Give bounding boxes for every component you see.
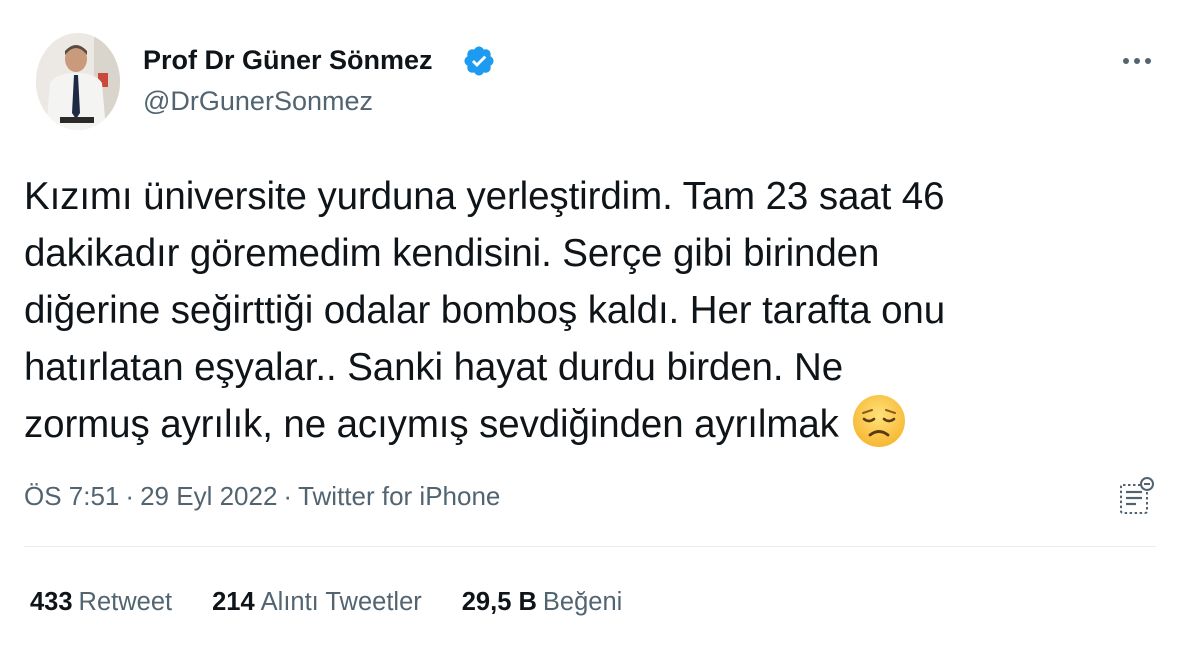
engagement-stats: 433 Retweet 214 Alıntı Tweetler 29,5 B Beğe…	[30, 585, 662, 619]
tweet-text-line: zormuş ayrılık, ne acıymış sevdiğinden a…	[24, 403, 839, 446]
tweet-date[interactable]: 29 Eyl 2022	[140, 481, 277, 511]
like-label: Beğeni	[542, 588, 623, 616]
tweet-meta: ÖS 7:51 · 29 Eyl 2022 · Twitter for iPhone	[24, 479, 500, 513]
tweet-source[interactable]: Twitter for iPhone	[298, 481, 500, 511]
disappointed-face-icon	[852, 394, 905, 447]
quote-tweets-stat[interactable]: 214 Alıntı Tweetler	[212, 585, 422, 619]
tweet-card: Prof Dr Güner Sönmez @DrGunerSonmez Kızı…	[0, 0, 1180, 650]
meta-separator: ·	[125, 481, 135, 511]
handle[interactable]: @DrGunerSonmez	[143, 84, 373, 118]
tweet-text-line: diğerine seğirttiği odalar bomboş kaldı.…	[24, 289, 946, 332]
tweet-time[interactable]: ÖS 7:51	[24, 481, 119, 511]
more-horizontal-icon[interactable]	[1118, 46, 1156, 76]
meta-separator: ·	[283, 481, 293, 511]
quote-label: Alıntı Tweetler	[260, 588, 422, 616]
divider	[24, 546, 1156, 547]
verified-badge-icon	[464, 46, 494, 76]
tweet-text-line: hatırlatan eşyalar.. Sanki hayat durdu b…	[24, 346, 844, 389]
tweet-text-line: Kızımı üniversite yurduna yerleştirdim. …	[24, 175, 945, 218]
quote-count: 214	[212, 588, 255, 616]
avatar-photo	[36, 33, 120, 130]
display-name[interactable]: Prof Dr Güner Sönmez	[143, 43, 433, 77]
analytics-icon[interactable]	[1114, 474, 1158, 518]
tweet-text-line: dakikadır göremedim kendisini. Serçe gib…	[24, 232, 880, 275]
retweet-count: 433	[30, 588, 73, 616]
retweet-label: Retweet	[78, 588, 173, 616]
likes-stat[interactable]: 29,5 B Beğeni	[462, 585, 623, 619]
avatar[interactable]	[36, 33, 120, 130]
retweets-stat[interactable]: 433 Retweet	[30, 585, 172, 619]
tweet-text: Kızımı üniversite yurduna yerleştirdim. …	[24, 168, 1164, 453]
like-count: 29,5 B	[461, 588, 537, 616]
tweet-text-line-last: zormuş ayrılık, ne acıymış sevdiğinden a…	[24, 394, 1164, 453]
